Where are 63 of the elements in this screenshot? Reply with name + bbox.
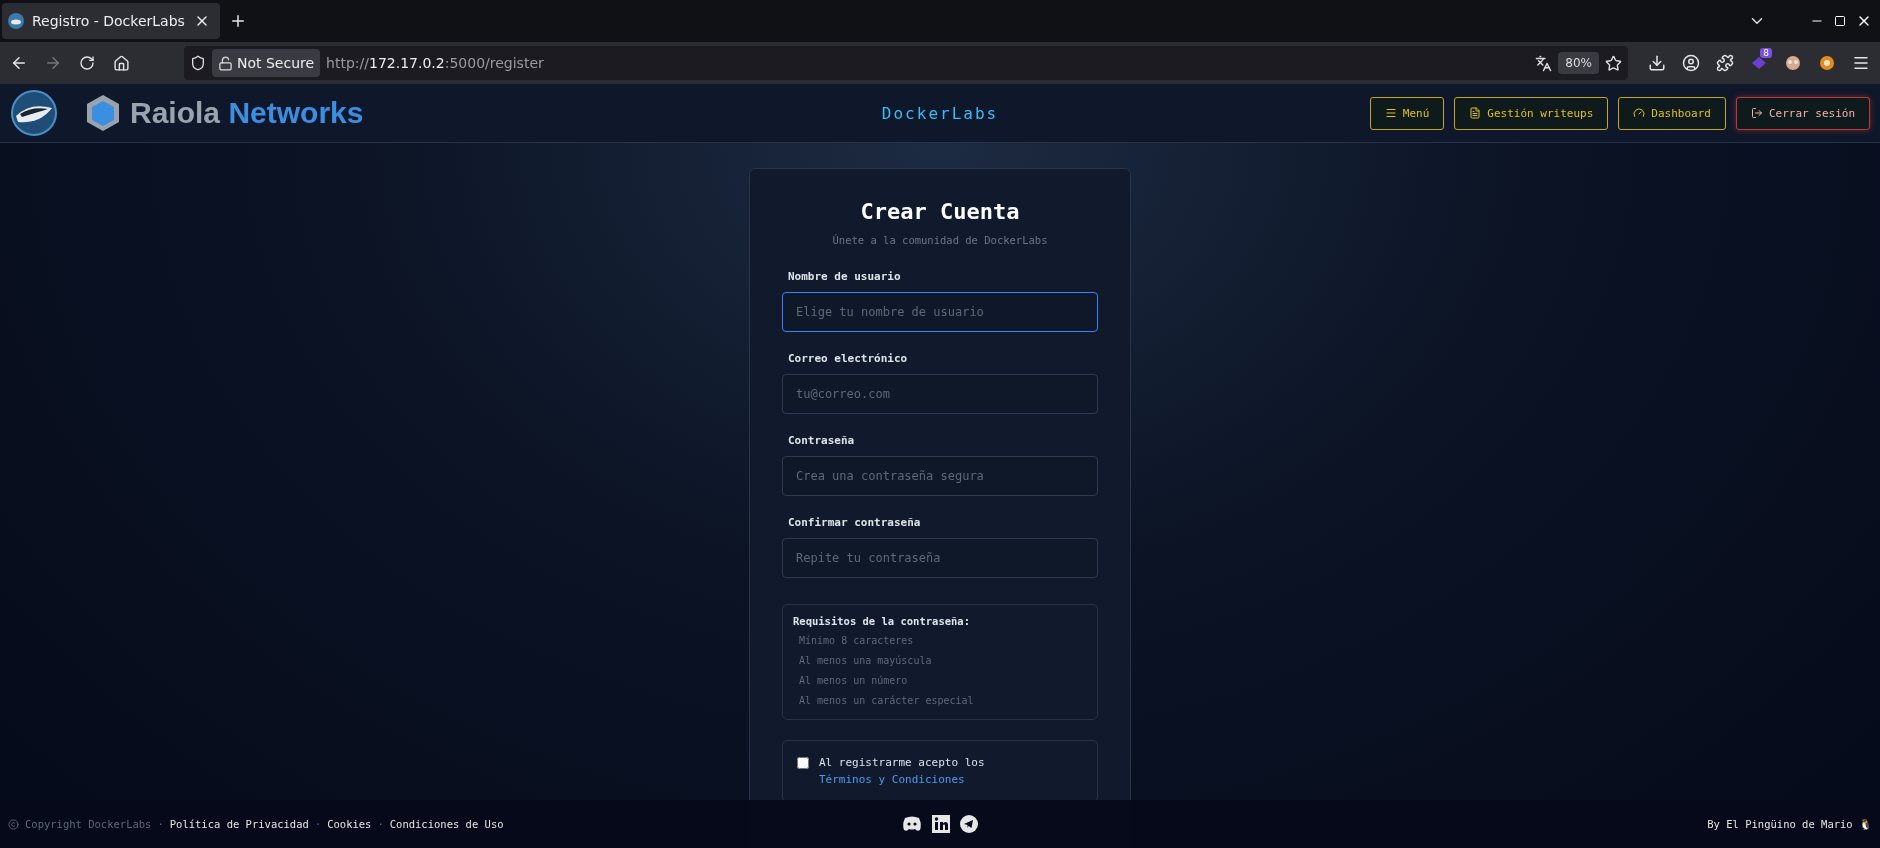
extensions-icon[interactable] xyxy=(1716,54,1734,72)
unlocked-icon xyxy=(218,55,233,71)
telegram-icon[interactable] xyxy=(960,815,978,833)
maximize-icon[interactable] xyxy=(1834,15,1846,27)
requirement-item: Al menos un carácter especial xyxy=(798,694,975,708)
footer-link[interactable]: Política de Privacidad xyxy=(169,818,309,830)
document-icon xyxy=(1469,107,1482,119)
extension-icon[interactable] xyxy=(1785,55,1801,71)
tab-title: Registro - DockerLabs xyxy=(32,13,186,29)
separator: · xyxy=(377,818,384,830)
nav-button[interactable]: Dashboard xyxy=(1618,96,1726,130)
field-label: Contraseña xyxy=(788,434,856,447)
requirement-item: Al menos una mayúscula xyxy=(798,654,933,668)
input-field[interactable]: Repite tu contraseña xyxy=(782,538,1098,578)
zoom-level[interactable]: 80% xyxy=(1558,52,1599,74)
address-bar[interactable]: Not Secure http://172.17.0.2:5000/register 80% xyxy=(184,46,1628,80)
url-text: http://172.17.0.2:5000/register xyxy=(326,55,544,71)
bookmark-star-icon[interactable] xyxy=(1605,54,1622,72)
forward-icon[interactable] xyxy=(44,54,62,72)
menu-icon xyxy=(1384,107,1397,119)
translate-icon[interactable] xyxy=(1535,54,1553,72)
nav-button[interactable]: Gestión writeups xyxy=(1454,96,1609,130)
form-title: Crear Cuenta xyxy=(859,199,1021,224)
new-tab-icon[interactable] xyxy=(229,12,247,30)
input-field[interactable]: Elige tu nombre de usuario xyxy=(782,292,1098,332)
menu-icon[interactable] xyxy=(1852,54,1870,72)
requirement-item: Mínimo 8 caracteres xyxy=(798,634,915,648)
extension-icon[interactable] xyxy=(1819,55,1835,71)
back-icon[interactable] xyxy=(10,54,28,72)
requirements-title: Requisitos de la contraseña: xyxy=(793,615,971,627)
extension-badge: 8 xyxy=(1760,48,1772,58)
form-subtitle: Únete a la comunidad de DockerLabs xyxy=(831,234,1049,246)
terms-link[interactable]: Términos y Condiciones xyxy=(819,771,965,788)
site-title: DockerLabs xyxy=(881,103,999,123)
logout-icon xyxy=(1750,107,1763,119)
account-icon[interactable] xyxy=(1682,54,1700,72)
field-label: Correo electrónico xyxy=(788,352,909,365)
security-indicator[interactable]: Not Secure xyxy=(212,49,321,77)
separator: · xyxy=(157,818,164,830)
gauge-icon xyxy=(1633,107,1646,119)
field-label: Nombre de usuario xyxy=(788,270,902,283)
nav-button[interactable]: Menú xyxy=(1369,96,1445,130)
footer-link[interactable]: Condiciones de Uso xyxy=(389,818,504,830)
input-field[interactable]: Crea una contraseña segura xyxy=(782,456,1098,496)
linkedin-icon[interactable] xyxy=(932,815,950,833)
footer-link[interactable]: Cookies xyxy=(327,818,372,830)
copyright-text: Copyright DockerLabs xyxy=(25,818,152,830)
input-field[interactable]: tu@correo.com xyxy=(782,374,1098,414)
credit-text: By El Pingüino de Mario 🐧 xyxy=(1707,817,1872,831)
requirement-item: Al menos un número xyxy=(798,674,909,688)
terms-checkbox[interactable] xyxy=(797,757,809,769)
copyright-icon xyxy=(8,818,19,830)
terms-text: Al registrarme acepto los Términos y Condiciones xyxy=(819,755,986,788)
discord-icon[interactable] xyxy=(902,816,922,832)
home-icon[interactable] xyxy=(112,54,130,72)
shield-icon[interactable] xyxy=(190,55,206,71)
nav-button[interactable]: Cerrar sesión xyxy=(1735,96,1870,130)
reload-icon[interactable] xyxy=(79,55,95,71)
field-label: Confirmar contraseña xyxy=(788,516,922,529)
download-icon[interactable] xyxy=(1648,54,1666,72)
browser-tab[interactable]: Registro - DockerLabs xyxy=(2,3,220,39)
separator: · xyxy=(314,818,322,830)
brand-logo-text: Raiola Networks xyxy=(130,96,364,130)
